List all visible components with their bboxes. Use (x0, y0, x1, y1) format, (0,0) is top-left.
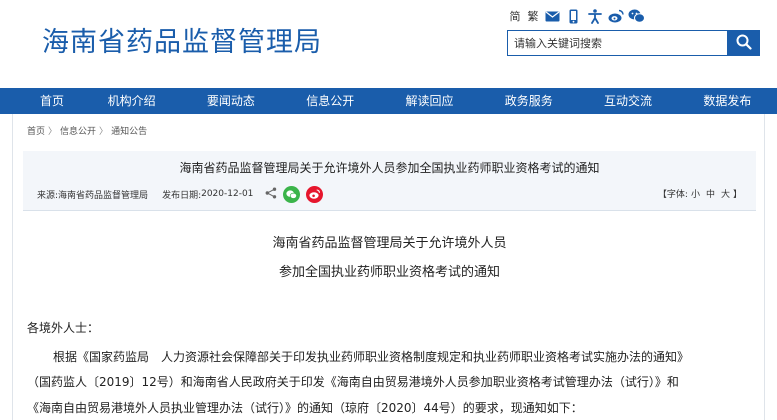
font-size-switcher: 【字体: 小中大】 (658, 187, 742, 200)
search-box (507, 30, 760, 56)
weibo-icon[interactable] (607, 8, 624, 25)
source-label: 来源: (37, 190, 59, 201)
font-size-medium[interactable]: 中 (706, 190, 715, 200)
font-size-end: 】 (732, 190, 742, 200)
font-size-small[interactable]: 小 (691, 190, 700, 200)
simplified-chinese-link[interactable]: 简 (508, 8, 522, 24)
breadcrumb-disclosure[interactable]: 信息公开 (60, 127, 96, 137)
main-content: 首页〉信息公开〉通知公告 海南省药品监督管理局关于允许境外人员参加全国执业药师职… (12, 114, 765, 420)
mail-icon[interactable] (544, 8, 561, 25)
paragraph-line-2: （国药监人〔2019〕12号）和海南省人民政府关于印发《海南自由贸易港境外人员参… (27, 375, 679, 389)
salutation: 各境外人士： (27, 321, 100, 335)
share-icon[interactable] (265, 187, 277, 202)
document-title-line-1: 海南省药品监督管理局关于允许境外人员 (272, 236, 507, 251)
date-value: 2020-12-01 (201, 189, 254, 199)
site-header: 海南省药品监督管理局 简 繁 (0, 0, 777, 88)
nav-item-about[interactable]: 机构介绍 (82, 88, 181, 114)
wechat-icon[interactable] (628, 8, 645, 25)
article-meta: 来源: 海南省药品监督管理局 发布日期: 2020-12-01 (37, 184, 324, 204)
nav-item-data[interactable]: 数据发布 (678, 88, 777, 114)
header-toolbar: 简 繁 (508, 6, 645, 26)
nav-item-interpretation[interactable]: 解读回应 (380, 88, 479, 114)
source-value: 海南省药品监督管理局 (58, 190, 149, 201)
font-size-large[interactable]: 大 (721, 190, 730, 200)
traditional-chinese-link[interactable]: 繁 (526, 8, 540, 24)
date-label: 发布日期: (162, 190, 202, 201)
accessibility-icon[interactable] (586, 8, 603, 25)
nav-item-interaction[interactable]: 互动交流 (578, 88, 677, 114)
breadcrumb-home[interactable]: 首页 (27, 127, 45, 137)
nav-item-news[interactable]: 要闻动态 (181, 88, 280, 114)
nav-item-home[interactable]: 首页 (22, 88, 82, 114)
breadcrumb-separator: 〉 (99, 127, 109, 137)
main-nav: 首页 机构介绍 要闻动态 信息公开 解读回应 政务服务 互动交流 数据发布 (0, 88, 777, 114)
breadcrumb-notices[interactable]: 通知公告 (111, 127, 147, 137)
mobile-icon[interactable] (565, 8, 582, 25)
nav-item-services[interactable]: 政务服务 (479, 88, 578, 114)
breadcrumb: 首页〉信息公开〉通知公告 (27, 124, 147, 137)
search-button[interactable] (727, 30, 760, 56)
search-icon (736, 34, 752, 53)
paragraph-line-3: 《海南自由贸易港境外人员执业管理办法（试行）》的通知（琼府〔2020〕44号）的… (27, 401, 583, 415)
wechat-share-icon[interactable] (283, 185, 301, 203)
document-title-line-2: 参加全国执业药师职业资格考试的通知 (278, 265, 500, 280)
article-header-title: 海南省药品监督管理局关于允许境外人员参加全国执业药师职业资格考试的通知 (179, 161, 600, 175)
site-title[interactable]: 海南省药品监督管理局 (42, 20, 322, 59)
breadcrumb-separator: 〉 (48, 127, 58, 137)
article-header: 海南省药品监督管理局关于允许境外人员参加全国执业药师职业资格考试的通知 来源: … (23, 151, 756, 211)
paragraph-line-1: 根据《国家药监局 人力资源社会保障部关于印发执业药师职业资格制度规定和执业药师职… (53, 350, 690, 364)
weibo-share-icon[interactable] (306, 185, 324, 203)
share-bar (265, 185, 324, 203)
search-input[interactable] (507, 30, 727, 56)
nav-item-disclosure[interactable]: 信息公开 (281, 88, 380, 114)
font-size-label: 【字体: (657, 190, 688, 200)
